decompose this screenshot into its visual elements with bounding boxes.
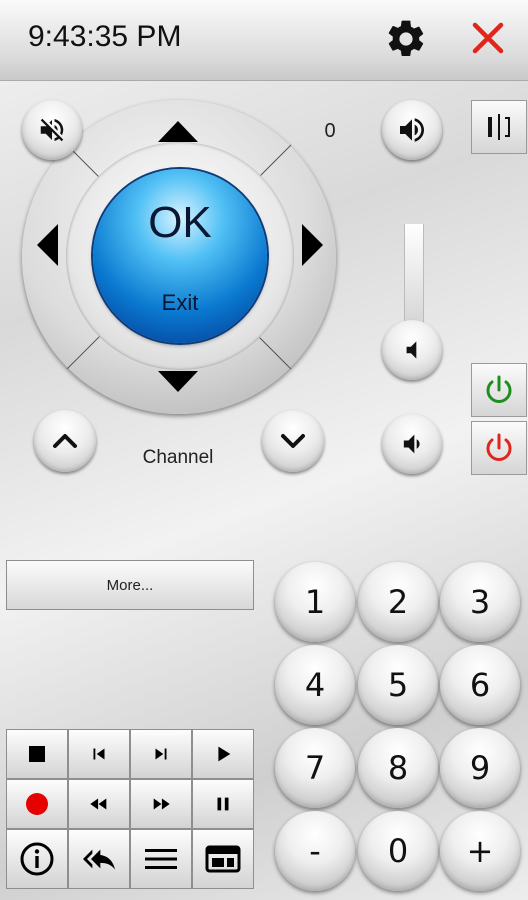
skip-next-icon bbox=[155, 748, 167, 760]
triangle-right-icon bbox=[302, 224, 323, 266]
pause-icon bbox=[217, 797, 229, 811]
ok-label: OK bbox=[148, 198, 212, 247]
more-label: More... bbox=[106, 576, 154, 594]
guide-button[interactable] bbox=[192, 829, 254, 889]
volume-down-icon bbox=[403, 434, 420, 454]
power-off-button[interactable] bbox=[471, 421, 527, 475]
exit-button[interactable]: Exit bbox=[93, 290, 267, 316]
key-3[interactable]: 3 bbox=[440, 562, 520, 642]
play-button[interactable] bbox=[192, 729, 254, 779]
channel-label: Channel bbox=[142, 447, 214, 468]
power-on-button[interactable] bbox=[471, 363, 527, 417]
key-8[interactable]: 8 bbox=[358, 728, 438, 808]
close-icon bbox=[472, 22, 504, 54]
clock: 9:43:35 PM bbox=[28, 20, 182, 53]
input-switch-button[interactable] bbox=[471, 100, 527, 154]
rewind-icon bbox=[90, 798, 107, 810]
menu-icon bbox=[145, 849, 177, 869]
stop-button[interactable] bbox=[6, 729, 68, 779]
dpad-left-button[interactable] bbox=[32, 220, 62, 270]
key-7[interactable]: 7 bbox=[275, 728, 355, 808]
fast-forward-icon bbox=[153, 798, 170, 810]
key-4[interactable]: 4 bbox=[275, 645, 355, 725]
fast-forward-button[interactable] bbox=[130, 779, 192, 829]
triangle-down-icon bbox=[158, 371, 198, 392]
back-button[interactable] bbox=[68, 829, 130, 889]
record-button[interactable] bbox=[6, 779, 68, 829]
web-window-icon bbox=[205, 845, 241, 873]
settings-button[interactable] bbox=[384, 17, 428, 61]
key-1[interactable]: 1 bbox=[275, 562, 355, 642]
key-6[interactable]: 6 bbox=[440, 645, 520, 725]
menu-button[interactable] bbox=[130, 829, 192, 889]
dpad-up-button[interactable] bbox=[150, 118, 206, 148]
reply-all-icon bbox=[83, 849, 115, 870]
key-9[interactable]: 9 bbox=[440, 728, 520, 808]
key-plus[interactable]: + bbox=[440, 811, 520, 891]
chevron-down-icon bbox=[281, 434, 305, 448]
play-icon bbox=[218, 746, 231, 762]
channel-up-button[interactable] bbox=[34, 410, 96, 472]
stop-icon bbox=[29, 746, 45, 762]
triangle-left-icon bbox=[37, 224, 58, 266]
key-0[interactable]: 0 bbox=[358, 811, 438, 891]
info-button[interactable] bbox=[6, 829, 68, 889]
power-on-icon bbox=[486, 375, 512, 403]
info-icon bbox=[20, 842, 54, 876]
channel-down-button[interactable] bbox=[262, 410, 324, 472]
key-dash[interactable]: - bbox=[275, 811, 355, 891]
close-button[interactable] bbox=[468, 18, 508, 58]
key-5[interactable]: 5 bbox=[358, 645, 438, 725]
rewind-button[interactable] bbox=[68, 779, 130, 829]
gear-icon bbox=[388, 20, 424, 57]
volume-slider[interactable] bbox=[404, 224, 424, 324]
volume-low-icon bbox=[406, 341, 417, 359]
volume-up-button[interactable] bbox=[382, 100, 442, 160]
volume-mute-icon bbox=[40, 118, 64, 142]
next-button[interactable] bbox=[130, 729, 192, 779]
volume-up-icon bbox=[400, 118, 424, 142]
volume-low-button[interactable] bbox=[382, 320, 442, 380]
triangle-up-icon bbox=[158, 121, 198, 142]
pause-button[interactable] bbox=[192, 779, 254, 829]
volume-down-button[interactable] bbox=[382, 414, 442, 474]
power-off-icon bbox=[486, 433, 512, 461]
more-button[interactable]: More... bbox=[6, 560, 254, 610]
dpad-right-button[interactable] bbox=[298, 220, 328, 270]
chevron-up-icon bbox=[53, 434, 77, 448]
mute-button[interactable] bbox=[22, 100, 82, 160]
record-icon bbox=[26, 793, 48, 815]
split-screen-icon bbox=[488, 114, 510, 140]
dpad-down-button[interactable] bbox=[150, 366, 206, 396]
key-2[interactable]: 2 bbox=[358, 562, 438, 642]
volume-value: 0 bbox=[324, 120, 336, 142]
ok-button[interactable] bbox=[93, 169, 267, 343]
skip-previous-icon bbox=[93, 748, 105, 760]
previous-button[interactable] bbox=[68, 729, 130, 779]
